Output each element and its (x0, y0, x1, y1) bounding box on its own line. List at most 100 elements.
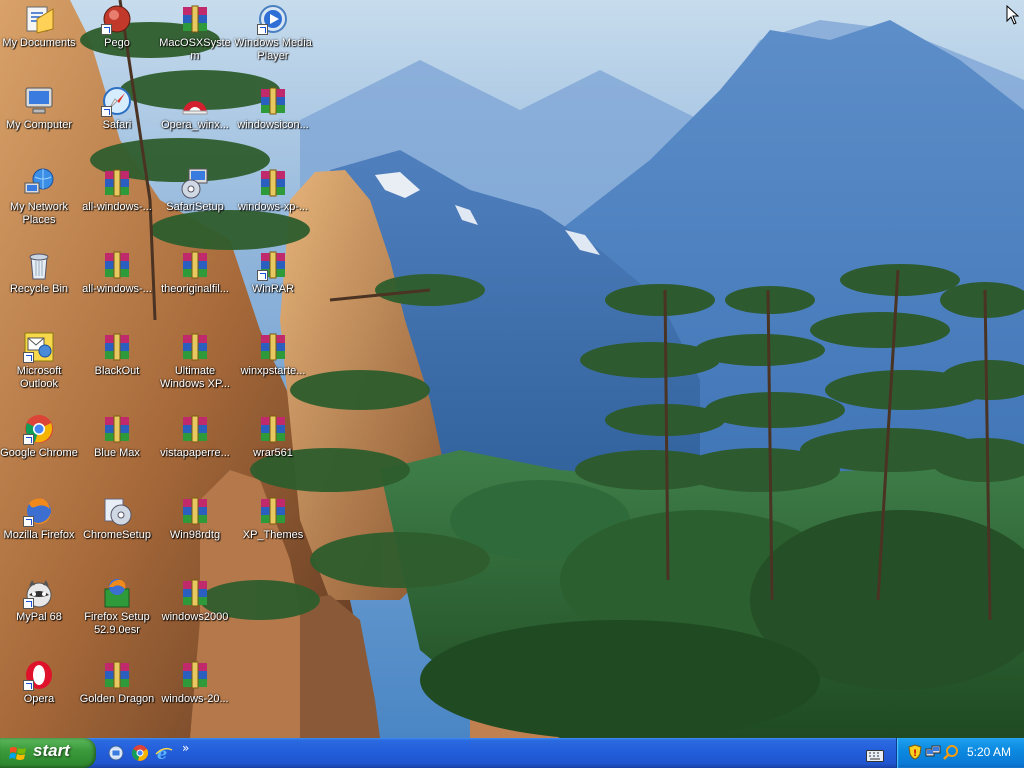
recycle-bin-icon (23, 249, 55, 281)
desktop-icon-safarisetup[interactable]: SafariSetup (156, 167, 234, 214)
desktop-icon-recycle-bin[interactable]: Recycle Bin (0, 249, 78, 296)
svg-text:!: ! (913, 749, 917, 759)
desktop-icon-opera[interactable]: Opera (0, 659, 78, 706)
windows-logo-icon (9, 747, 26, 760)
start-button[interactable]: start (0, 738, 96, 768)
opera-installer-icon (179, 85, 211, 117)
icon-label: Safari (102, 119, 132, 131)
icon-label: My Network Places (9, 201, 69, 226)
safari-compass-icon (101, 85, 133, 117)
keyboard-language-icon[interactable] (866, 747, 884, 762)
icon-label: theoriginalfil... (161, 283, 229, 295)
desktop-icon-blue-max[interactable]: Blue Max (78, 413, 156, 460)
desktop-icon-my-network-places[interactable]: My Network Places (0, 167, 78, 227)
desktop-icon-blackout[interactable]: BlackOut (78, 331, 156, 378)
desktop-icon-area: My Documents My Computer My Network Plac… (0, 0, 320, 738)
network-icon[interactable] (925, 744, 941, 760)
desktop-icon-windows-20[interactable]: windows-20... (156, 659, 234, 706)
opera-icon (23, 659, 55, 691)
icon-label: ChromeSetup (83, 529, 151, 541)
winrar-archive-icon (179, 413, 211, 445)
icon-label: windows2000 (161, 611, 229, 623)
desktop-icon-winxpstarte[interactable]: winxpstarte... (234, 331, 312, 378)
desktop-icon-chromesetup[interactable]: ChromeSetup (78, 495, 156, 542)
firefox-icon (23, 495, 55, 527)
mypal-raccoon-icon (23, 577, 55, 609)
desktop-icon-my-documents[interactable]: My Documents (0, 3, 78, 50)
desktop-icon-windows2000[interactable]: windows2000 (156, 577, 234, 624)
clock[interactable]: 5:20 AM (967, 745, 1011, 759)
winrar-archive-icon (179, 659, 211, 691)
shortcut-arrow-icon (23, 434, 34, 445)
folder-documents-icon (23, 3, 55, 35)
icon-label: Ultimate Windows XP... (159, 365, 231, 390)
winrar-archive-icon (257, 331, 289, 363)
network-places-icon (23, 167, 55, 199)
svg-text:e: e (157, 744, 167, 762)
winrar-archive-icon (257, 167, 289, 199)
icon-label: vistapaperre... (160, 447, 230, 459)
security-shield-icon[interactable]: ! (907, 744, 923, 760)
desktop-icon-vistapaperre[interactable]: vistapaperre... (156, 413, 234, 460)
desktop-icon-windowsicon[interactable]: windowsicon... (234, 85, 312, 132)
icon-label: Win98rdtg (169, 529, 221, 541)
icon-label: Opera_winx... (161, 119, 229, 131)
winrar-archive-icon (179, 331, 211, 363)
shortcut-arrow-icon (257, 270, 268, 281)
icon-label: winxpstarte... (240, 365, 306, 377)
winrar-archive-icon (101, 413, 133, 445)
taskbar: start e » ! 5:20 AM (0, 738, 1024, 768)
desktop-icon-mozilla-firefox[interactable]: Mozilla Firefox (0, 495, 78, 542)
icon-label: windows-xp-... (237, 201, 309, 213)
search-icon[interactable] (943, 744, 959, 760)
desktop-icon-safari[interactable]: Safari (78, 85, 156, 132)
desktop-icon-all-windows-1[interactable]: all-windows-... (78, 167, 156, 214)
winrar-archive-icon (179, 577, 211, 609)
icon-label: XP_Themes (242, 529, 304, 541)
desktop-icon-ultimate-windows-xp[interactable]: Ultimate Windows XP... (156, 331, 234, 391)
shortcut-arrow-icon (101, 106, 112, 117)
desktop-icon-windows-media-player[interactable]: Windows Media Player (234, 3, 312, 63)
desktop-icon-pego[interactable]: Pego (78, 3, 156, 50)
desktop-icon-mypal-68[interactable]: MyPal 68 (0, 577, 78, 624)
winrar-archive-icon (101, 249, 133, 281)
winrar-archive-icon (179, 3, 211, 35)
desktop-icon-all-windows-2[interactable]: all-windows-... (78, 249, 156, 296)
icon-label: BlackOut (94, 365, 140, 377)
quick-launch-chevron-icon[interactable]: » (182, 741, 189, 755)
desktop-icon-microsoft-outlook[interactable]: Microsoft Outlook (0, 331, 78, 391)
winrar-archive-icon (179, 249, 211, 281)
desktop-icon-winrar[interactable]: WinRAR (234, 249, 312, 296)
show-desktop-icon[interactable] (106, 743, 126, 763)
desktop-icon-my-computer[interactable]: My Computer (0, 85, 78, 132)
icon-label: WinRAR (251, 283, 295, 295)
icon-label: MyPal 68 (16, 611, 62, 623)
outlook-icon (23, 331, 55, 363)
icon-label: Golden Dragon (79, 693, 155, 705)
desktop-icon-golden-dragon[interactable]: Golden Dragon (78, 659, 156, 706)
icon-label: SafariSetup (166, 201, 224, 213)
internet-explorer-icon[interactable]: e (154, 743, 174, 763)
desktop-icon-google-chrome[interactable]: Google Chrome (0, 413, 78, 460)
pego-icon (101, 3, 133, 35)
desktop-icon-macosxsystem[interactable]: MacOSXSystem (156, 3, 234, 63)
icon-label: Microsoft Outlook (16, 365, 62, 390)
desktop-icon-windows-xp[interactable]: windows-xp-... (234, 167, 312, 214)
media-player-icon (257, 3, 289, 35)
desktop-icon-win98rdtg[interactable]: Win98rdtg (156, 495, 234, 542)
winrar-archive-icon (101, 659, 133, 691)
desktop-icon-wrar561[interactable]: wrar561 (234, 413, 312, 460)
desktop-icon-firefox-setup[interactable]: Firefox Setup 52.9.0esr (78, 577, 156, 637)
desktop-icon-opera-winx[interactable]: Opera_winx... (156, 85, 234, 132)
desktop-icon-xp-themes[interactable]: XP_Themes (234, 495, 312, 542)
shortcut-arrow-icon (23, 680, 34, 691)
start-label: start (33, 741, 70, 760)
winrar-archive-icon (257, 495, 289, 527)
setup-installer-icon (101, 495, 133, 527)
chrome-icon[interactable] (130, 743, 150, 763)
firefox-setup-icon (101, 577, 133, 609)
winrar-archive-icon (101, 331, 133, 363)
icon-label: all-windows-... (82, 201, 152, 213)
desktop-icon-theoriginalfil[interactable]: theoriginalfil... (156, 249, 234, 296)
computer-icon (23, 85, 55, 117)
